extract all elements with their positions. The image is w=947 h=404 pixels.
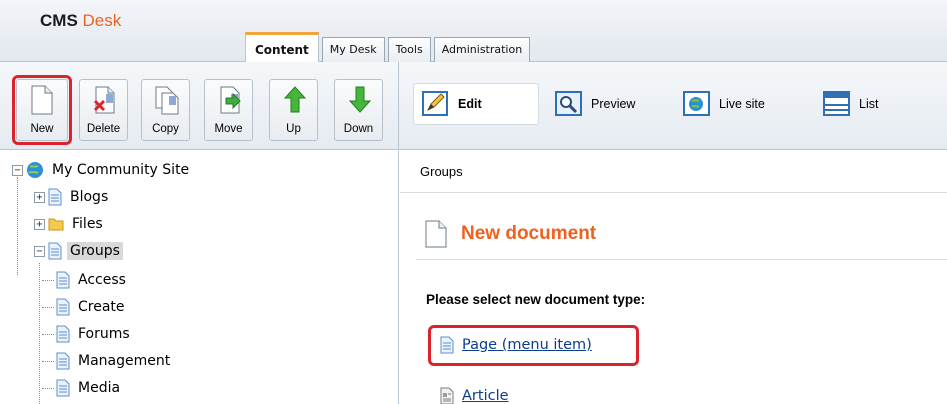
- arrow-up-icon: [283, 86, 307, 113]
- collapse-icon[interactable]: −: [34, 245, 45, 257]
- tree-item-files[interactable]: + Files: [34, 213, 106, 235]
- list-label: List: [859, 97, 879, 111]
- globe-icon: [683, 91, 710, 116]
- globe-icon: [27, 162, 43, 178]
- expand-icon[interactable]: +: [34, 218, 45, 230]
- tree-item-label: Media: [78, 380, 121, 396]
- tree-item-label: Access: [78, 272, 126, 288]
- tree-connector: [42, 388, 54, 389]
- tree-item-groups[interactable]: − Groups: [34, 240, 123, 262]
- doc-type-highlight: [428, 325, 639, 366]
- content-tree: − My Community Site + Blogs + Files − Gr…: [0, 151, 399, 404]
- folder-icon: [48, 218, 64, 231]
- doc-type-prompt: Please select new document type:: [426, 292, 646, 307]
- live-site-label: Live site: [719, 97, 765, 111]
- page-icon: [56, 325, 70, 343]
- live-site-button[interactable]: Live site: [683, 83, 765, 125]
- brand-primary: CMS: [40, 11, 78, 30]
- doc-type-article[interactable]: Article: [440, 387, 509, 404]
- document-actions: New Delete Copy Move Up Down: [0, 62, 399, 150]
- page-icon: [56, 298, 70, 316]
- tree-connector: [42, 361, 54, 362]
- tab-my-desk[interactable]: My Desk: [321, 37, 385, 62]
- tree-connector: [39, 263, 40, 404]
- tree-item-label: Create: [78, 299, 125, 315]
- delete-document-icon: [93, 86, 115, 114]
- main-tabs: Content My Desk Tools Administration: [245, 32, 533, 62]
- doc-type-link[interactable]: Article: [462, 388, 509, 404]
- tree-item-label: Forums: [78, 326, 130, 342]
- tree-item-label: Files: [72, 216, 103, 232]
- preview-view-button[interactable]: Preview: [555, 83, 635, 125]
- up-button-label: Up: [286, 123, 301, 135]
- page-icon: [56, 271, 70, 289]
- page-title: New document: [425, 220, 596, 248]
- edit-view-button[interactable]: Edit: [413, 83, 539, 125]
- page-icon: [56, 379, 70, 397]
- tab-tools[interactable]: Tools: [387, 37, 431, 62]
- main-content: Groups New document Please select new do…: [400, 151, 947, 404]
- header: CMS Desk Content My Desk Tools Administr…: [0, 0, 947, 62]
- edit-icon: [422, 91, 448, 116]
- tree-item-label: Management: [78, 353, 171, 369]
- cms-desk-logo: CMS Desk: [40, 11, 121, 31]
- brand-secondary: Desk: [82, 11, 122, 30]
- up-button[interactable]: Up: [269, 79, 318, 141]
- new-button-highlight: [12, 75, 72, 145]
- tree-item-forums[interactable]: Forums: [56, 323, 133, 345]
- tab-content[interactable]: Content: [245, 32, 319, 62]
- tab-administration[interactable]: Administration: [433, 37, 531, 62]
- copy-button-label: Copy: [152, 123, 179, 135]
- tree-item-label: Groups: [67, 242, 123, 260]
- tree-root[interactable]: − My Community Site: [12, 159, 192, 181]
- article-icon: [440, 387, 454, 404]
- move-document-icon: [220, 86, 241, 114]
- move-button[interactable]: Move: [204, 79, 253, 141]
- tree-connector: [17, 177, 18, 275]
- tree-item-create[interactable]: Create: [56, 296, 128, 318]
- tree-connector: [42, 307, 54, 308]
- move-button-label: Move: [214, 123, 243, 135]
- page-icon: [48, 242, 62, 260]
- list-icon: [823, 91, 850, 116]
- delete-button[interactable]: Delete: [79, 79, 128, 141]
- tree-item-label: Blogs: [70, 189, 109, 205]
- tree-item-blogs[interactable]: + Blogs: [34, 186, 111, 208]
- page-icon: [48, 188, 62, 206]
- collapse-icon[interactable]: −: [12, 164, 23, 176]
- down-button[interactable]: Down: [334, 79, 383, 141]
- edit-label: Edit: [458, 97, 482, 111]
- breadcrumb: Groups: [400, 151, 947, 193]
- divider: [416, 259, 947, 260]
- copy-button[interactable]: Copy: [141, 79, 190, 141]
- list-view-button[interactable]: List: [823, 83, 878, 125]
- preview-label: Preview: [591, 97, 636, 111]
- page-icon: [56, 352, 70, 370]
- page-title-text: New document: [461, 223, 597, 244]
- tree-root-label: My Community Site: [52, 162, 190, 178]
- toolbar: New Delete Copy Move Up Down Edit Previe…: [0, 62, 947, 150]
- down-button-label: Down: [343, 123, 374, 135]
- delete-button-label: Delete: [86, 123, 121, 135]
- tree-connector: [42, 280, 54, 281]
- new-document-icon: [425, 220, 447, 248]
- preview-icon: [555, 91, 582, 116]
- tree-item-access[interactable]: Access: [56, 269, 129, 291]
- expand-icon[interactable]: +: [34, 191, 45, 203]
- tree-item-media[interactable]: Media: [56, 377, 123, 399]
- tree-item-management[interactable]: Management: [56, 350, 173, 372]
- arrow-down-icon: [348, 86, 372, 113]
- tree-connector: [42, 334, 54, 335]
- copy-document-icon: [155, 86, 179, 115]
